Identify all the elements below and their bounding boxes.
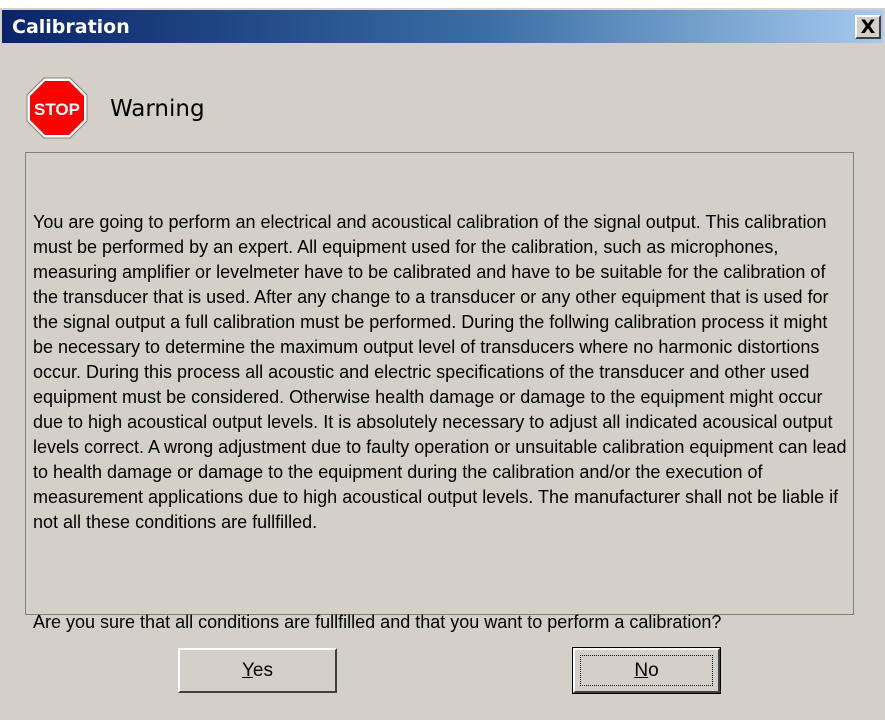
warning-message-box: You are going to perform an electrical a… xyxy=(25,152,854,632)
close-button[interactable]: X xyxy=(855,15,881,39)
warning-paragraph: You are going to perform an electrical a… xyxy=(33,212,852,532)
title-bar[interactable]: Calibration X xyxy=(2,10,883,43)
warning-heading: Warning xyxy=(110,96,205,122)
no-button[interactable]: No xyxy=(572,647,721,694)
focus-rectangle xyxy=(580,655,713,686)
stop-sign-icon: STOP xyxy=(26,77,88,139)
yes-button-label: Yes xyxy=(241,659,273,681)
confirmation-question: Are you sure that all conditions are ful… xyxy=(33,612,722,632)
close-icon: X xyxy=(860,15,876,38)
yes-button[interactable]: Yes xyxy=(178,648,337,693)
window-title: Calibration xyxy=(12,16,130,38)
stop-sign-text: STOP xyxy=(34,100,80,119)
calibration-dialog: Calibration X STOP Warning You are going… xyxy=(0,8,885,720)
